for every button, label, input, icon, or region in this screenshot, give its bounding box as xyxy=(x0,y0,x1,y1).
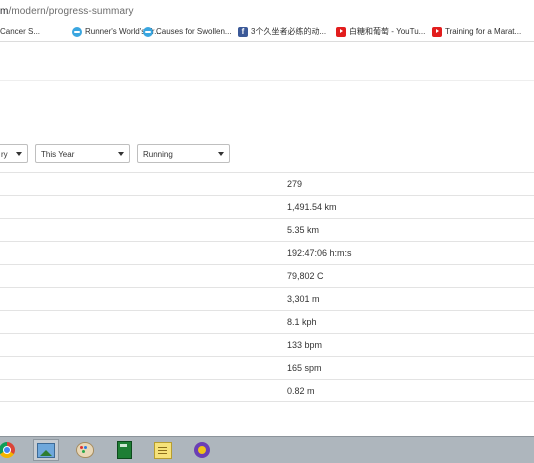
stats-row-cadence: 165 spm xyxy=(0,356,534,379)
stat-value: 5.35 km xyxy=(287,225,320,235)
stats-row-activities: 279 xyxy=(0,172,534,195)
stat-value: 192:47:06 h:m:s xyxy=(287,248,352,258)
stat-value: 165 spm xyxy=(287,363,322,373)
taskbar-calculator[interactable] xyxy=(111,439,137,461)
bookmark-label: Cancer S... xyxy=(0,27,41,36)
header-divider xyxy=(0,80,534,81)
facebook-icon: f xyxy=(238,26,248,37)
url-path: /modern/progress-summary xyxy=(8,6,134,17)
taskbar xyxy=(0,436,534,463)
year-select[interactable]: This Year xyxy=(35,144,130,163)
runner-icon xyxy=(143,26,153,37)
stats-row-elevation: 3,301 m xyxy=(0,287,534,310)
paint-icon xyxy=(76,442,94,458)
bookmark-label: 白糖和葡萄 - YouTu... xyxy=(349,27,426,36)
period-type-select[interactable]: ry xyxy=(0,144,28,163)
bookmark-causes-swollen[interactable]: Causes for Swollen... xyxy=(143,22,232,41)
bookmarks-bar: Cancer S... Runner's World's Tr... Cause… xyxy=(0,22,534,42)
stat-value: 0.82 m xyxy=(287,386,315,396)
taskbar-photos[interactable] xyxy=(33,439,59,461)
sticky-notes-icon xyxy=(154,441,172,459)
url-text[interactable]: m/modern/progress-summary xyxy=(0,6,134,17)
taskbar-sticky-notes[interactable] xyxy=(150,439,176,461)
stats-table: 279 1,491.54 km 5.35 km 192:47:06 h:m:s … xyxy=(0,172,534,402)
bookmark-marathon-training[interactable]: Training for a Marat... xyxy=(432,22,521,41)
chevron-down-icon xyxy=(16,152,22,156)
youtube-icon xyxy=(432,26,442,37)
calculator-icon xyxy=(116,441,132,459)
stat-value: 1,491.54 km xyxy=(287,202,337,212)
youtube-icon xyxy=(336,26,346,37)
stats-row-stride-length: 0.82 m xyxy=(0,379,534,402)
chevron-down-icon xyxy=(218,152,224,156)
taskbar-norton[interactable] xyxy=(189,439,215,461)
photos-icon xyxy=(37,442,55,458)
stat-value: 133 bpm xyxy=(287,340,323,350)
stat-value: 279 xyxy=(287,179,303,189)
activity-value: Running xyxy=(143,150,173,159)
chevron-down-icon xyxy=(118,152,124,156)
stats-row-speed: 8.1 kph xyxy=(0,310,534,333)
year-value: This Year xyxy=(41,150,75,159)
taskbar-chrome[interactable] xyxy=(0,439,20,461)
bookmark-chinese-exercise[interactable]: f 3个久坐者必练的动... xyxy=(238,22,326,41)
bookmark-cancer[interactable]: Cancer S... xyxy=(0,22,40,41)
stat-value: 79,802 C xyxy=(287,271,324,281)
stats-row-time: 192:47:06 h:m:s xyxy=(0,241,534,264)
address-bar[interactable]: m/modern/progress-summary xyxy=(0,0,534,23)
norton-icon xyxy=(194,442,210,458)
stats-row-avg-distance: 5.35 km xyxy=(0,218,534,241)
stat-value: 8.1 kph xyxy=(287,317,317,327)
stats-row-calories: 79,802 C xyxy=(0,264,534,287)
bookmark-label: 3个久坐者必练的动... xyxy=(251,27,327,36)
stat-value: 3,301 m xyxy=(287,294,320,304)
stats-row-heart-rate: 133 bpm xyxy=(0,333,534,356)
activity-select[interactable]: Running xyxy=(137,144,230,163)
runner-icon xyxy=(72,26,82,37)
chrome-icon xyxy=(0,442,15,458)
bookmark-label: Causes for Swollen... xyxy=(156,27,232,36)
bookmark-youtube-sugar[interactable]: 白糖和葡萄 - YouTu... xyxy=(336,22,425,41)
taskbar-paint[interactable] xyxy=(72,439,98,461)
period-type-value: ry xyxy=(1,150,8,159)
stats-row-distance: 1,491.54 km xyxy=(0,195,534,218)
bookmark-label: Training for a Marat... xyxy=(445,27,522,36)
